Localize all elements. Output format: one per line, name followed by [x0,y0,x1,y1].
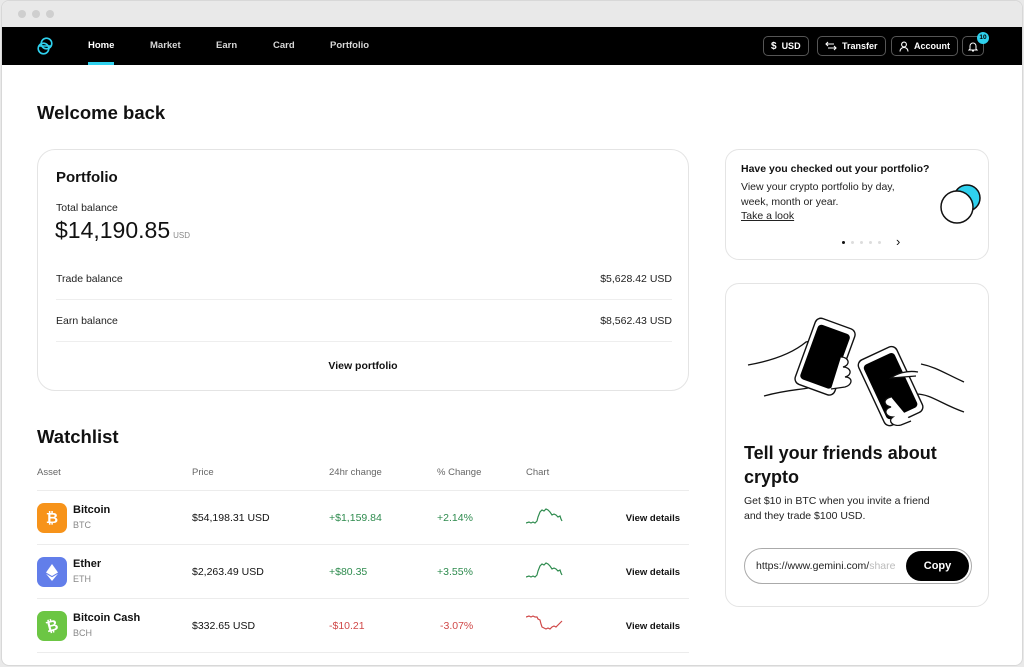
carousel-pager [842,241,881,244]
ether-diamond-icon [46,563,58,581]
refer-friends-card: Tell your friends about crypto Get $10 i… [725,283,989,607]
take-a-look-link[interactable]: Take a look [741,210,794,222]
refer-text: Get $10 in BTC when you invite a friend … [744,495,930,522]
tab-home[interactable]: Home [88,27,115,65]
window-maximize-dot[interactable] [46,10,54,18]
bell-icon [968,42,978,51]
promo-text: View your crypto portfolio by day, week,… [741,181,895,208]
sparkline-path [526,508,563,524]
promo-title: Have you checked out your portfolio? [741,163,930,175]
column-header-chart: Chart [526,467,550,478]
asset-price: $2,263.49 USD [192,566,264,578]
phones-illustration [747,317,965,427]
asset-24hr-change: +$80.35 [329,566,368,578]
asset-symbol: BTC [73,520,91,530]
portfolio-circles-illustration [940,184,981,224]
sparkline-path [526,615,563,630]
sparkline-chart [526,615,563,630]
portfolio-title: Portfolio [56,169,118,186]
window-close-dot[interactable] [18,10,26,18]
dollar-icon: $ [771,40,777,52]
watchlist-row[interactable]: ₿ Bitcoin BTC $54,198.31 USD +$1,159.84 … [37,491,689,545]
watchlist-row[interactable]: Ether ETH $2,263.49 USD +$80.35 +3.55% V… [37,545,689,599]
divider [37,652,689,653]
total-balance-label: Total balance [56,202,118,214]
pager-dot-2[interactable] [851,241,854,244]
pager-dot-5[interactable] [878,241,881,244]
asset-24hr-change: -$10.21 [329,620,365,632]
account-button[interactable]: Account [891,36,958,56]
notification-badge: 10 [977,32,989,44]
referral-url-visible: https://www.gemini.com/ [756,560,870,572]
trade-balance-label: Trade balance [56,273,123,285]
asset-name: Ether [73,558,102,570]
transfer-button[interactable]: Transfer [817,36,886,56]
bitcoin-icon: ₿ [37,503,67,533]
ether-icon [37,557,67,587]
tab-portfolio[interactable]: Portfolio [330,27,369,65]
pager-dot-4[interactable] [869,241,872,244]
view-details-link[interactable]: View details [626,621,680,632]
view-details-link[interactable]: View details [626,567,680,578]
asset-pct-change: +3.55% [437,566,473,578]
column-header-price: Price [192,467,214,478]
transfer-label: Transfer [842,41,878,51]
copy-button[interactable]: Copy [906,551,969,581]
tab-market[interactable]: Market [150,27,181,65]
earn-balance-row: Earn balance $8,562.43 USD [56,300,672,342]
total-balance-amount: $14,190.85 [55,217,171,243]
chevron-right-icon[interactable]: › [896,234,900,249]
gemini-logo-icon[interactable] [35,36,55,56]
total-balance-value: $14,190.85 USD [55,217,190,244]
referral-url[interactable]: https://www.gemini.com/share [756,560,906,572]
asset-24hr-change: +$1,159.84 [329,512,382,524]
trade-balance-row: Trade balance $5,628.42 USD [56,258,672,300]
sparkline-chart [526,562,563,578]
title-bar [2,1,1022,27]
currency-label: USD [781,41,801,51]
asset-price: $54,198.31 USD [192,512,270,524]
asset-symbol: BCH [73,628,93,638]
tab-card[interactable]: Card [273,27,295,65]
sparkline-chart [526,508,563,524]
asset-name: Bitcoin Cash [73,612,141,624]
view-portfolio-button[interactable]: View portfolio [38,360,688,372]
watchlist-title: Watchlist [37,426,119,447]
notifications-button[interactable]: 10 [962,32,989,56]
asset-name: Bitcoin [73,504,111,516]
top-nav: Home Market Earn Card Portfolio $ USD Tr… [2,27,1022,65]
portfolio-card: Portfolio Total balance $14,190.85 USD Tr… [37,149,689,391]
bitcoin-cash-icon: ₿ [37,611,67,641]
column-header-pct-change: % Change [437,467,482,478]
portfolio-promo-card: Have you checked out your portfolio? Vie… [725,149,989,260]
asset-price: $332.65 USD [192,620,256,632]
account-label: Account [914,41,950,51]
bitcoin-cash-glyph: ₿ [43,616,61,636]
referral-url-faded: share [869,560,896,572]
tab-earn[interactable]: Earn [216,27,237,65]
asset-pct-change: -3.07% [440,620,474,632]
user-icon [899,41,909,52]
view-details-link[interactable]: View details [626,513,680,524]
earn-balance-label: Earn balance [56,315,118,327]
pager-dot-1[interactable] [842,241,845,244]
page-title: Welcome back [37,102,166,123]
watchlist-row[interactable]: ₿ Bitcoin Cash BCH $332.65 USD -$10.21 -… [37,599,689,653]
column-header-24hr-change: 24hr change [329,467,382,478]
asset-symbol: ETH [73,574,91,584]
refer-title: Tell your friends about crypto [744,443,937,487]
trade-balance-value: $5,628.42 USD [600,273,672,285]
referral-link-field[interactable]: https://www.gemini.com/share Copy [744,548,972,584]
asset-pct-change: +2.14% [437,512,473,524]
pager-dot-3[interactable] [860,241,863,244]
column-header-asset: Asset [37,467,61,478]
window-minimize-dot[interactable] [32,10,40,18]
earn-balance-value: $8,562.43 USD [600,315,672,327]
sparkline-path [526,562,563,578]
browser-window: Home Market Earn Card Portfolio $ USD Tr… [1,0,1023,666]
currency-button[interactable]: $ USD [763,36,809,56]
transfer-arrows-icon [825,41,837,51]
total-balance-unit: USD [173,231,191,240]
